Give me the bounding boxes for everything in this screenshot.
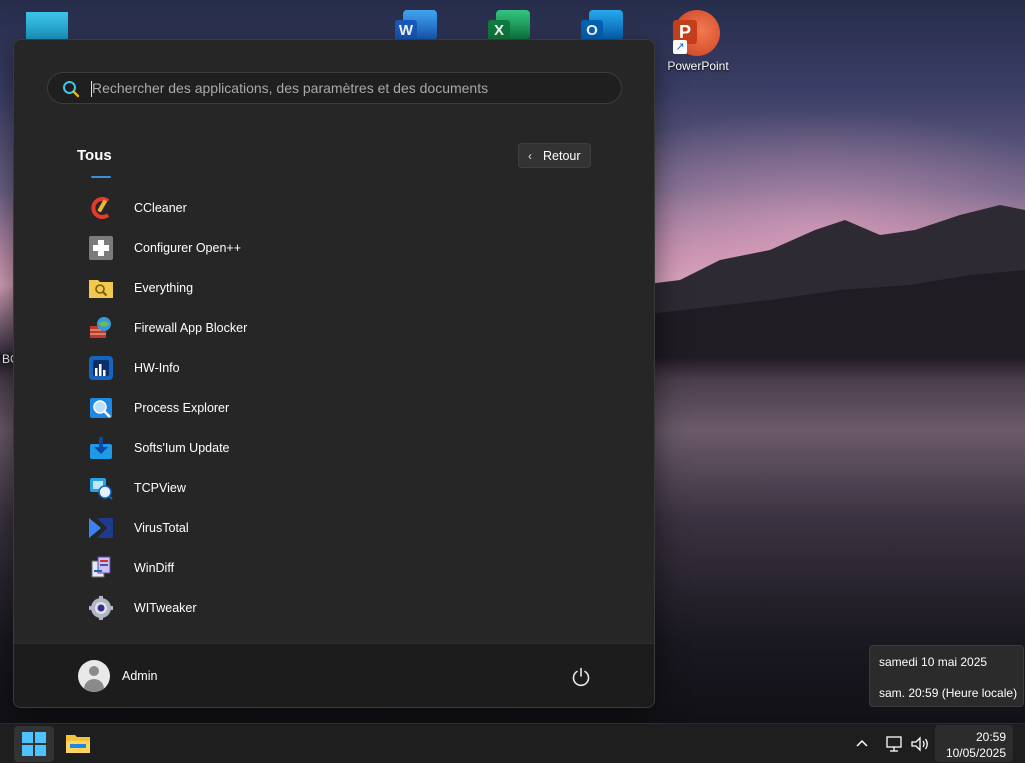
user-name[interactable]: Admin: [122, 669, 157, 683]
app-item-softsium-update[interactable]: Softs'Ium Update: [74, 430, 594, 466]
file-explorer-button[interactable]: [58, 726, 98, 762]
start-menu: Tous ‹ Retour CCleaner Configurer Open++: [13, 39, 655, 708]
back-button[interactable]: ‹ Retour: [518, 143, 591, 168]
start-menu-footer: Admin: [14, 643, 654, 707]
taskbar-date: 10/05/2025: [945, 746, 1006, 760]
witweaker-icon: [89, 596, 113, 620]
powerpoint-label: PowerPoint: [667, 59, 729, 73]
excel-desktop-icon[interactable]: X: [484, 8, 544, 42]
chevron-left-icon: ‹: [528, 148, 532, 163]
network-icon[interactable]: [885, 735, 905, 753]
virustotal-icon: [89, 518, 113, 538]
back-button-label: Retour: [543, 148, 581, 163]
taskbar-time: 20:59: [975, 730, 1006, 744]
chevron-up-icon[interactable]: [853, 735, 871, 753]
search-box[interactable]: [47, 72, 622, 104]
volume-icon[interactable]: [910, 735, 930, 753]
search-icon: [63, 81, 80, 98]
windows-logo-icon: [22, 732, 46, 756]
app-item-firewall-app-blocker[interactable]: Firewall App Blocker: [74, 310, 594, 346]
hwinfo-icon: [89, 356, 113, 380]
open-plus-plus-icon: [89, 236, 113, 260]
tcpview-icon: [90, 478, 113, 500]
avatar[interactable]: [78, 660, 110, 692]
ccleaner-icon: [91, 197, 110, 219]
taskbar: 20:59 10/05/2025: [0, 723, 1025, 763]
section-title: Tous: [77, 147, 112, 164]
start-button[interactable]: [14, 726, 54, 762]
taskbar-clock[interactable]: 20:59 10/05/2025: [935, 725, 1013, 762]
windiff-icon: [91, 556, 111, 578]
app-item-everything[interactable]: Everything: [74, 270, 594, 306]
clock-tooltip: samedi 10 mai 2025 sam. 20:59 (Heure loc…: [869, 645, 1024, 707]
folder-icon: [66, 735, 90, 753]
softsium-update-icon: [90, 437, 112, 459]
scroll-indicator: [91, 176, 111, 178]
app-item-tcpview[interactable]: TCPView: [74, 470, 594, 506]
app-item-witweaker[interactable]: WITweaker: [74, 590, 594, 626]
app-item-virustotal[interactable]: VirusTotal: [74, 510, 594, 546]
shortcut-arrow-icon: ↗: [673, 40, 687, 54]
mountain-scenery: [640, 205, 1025, 358]
process-explorer-icon: [90, 398, 112, 418]
app-item-process-explorer[interactable]: Process Explorer: [74, 390, 594, 426]
word-desktop-icon[interactable]: W: [391, 8, 451, 42]
outlook-desktop-icon[interactable]: O: [577, 8, 637, 42]
power-icon[interactable]: [570, 666, 592, 688]
app-item-open-plus-plus[interactable]: Configurer Open++: [74, 230, 594, 266]
everything-icon: [89, 280, 113, 298]
search-input[interactable]: [92, 73, 612, 103]
app-item-ccleaner[interactable]: CCleaner: [74, 190, 594, 226]
desktop-icon-partial[interactable]: [26, 12, 68, 40]
tooltip-time: sam. 20:59 (Heure locale): [879, 686, 1018, 700]
app-item-hw-info[interactable]: HW-Info: [74, 350, 594, 386]
powerpoint-desktop-icon[interactable]: P ↗ PowerPoint: [664, 8, 732, 78]
app-item-windiff[interactable]: WinDiff: [74, 550, 594, 586]
firewall-app-blocker-icon: [90, 317, 111, 338]
tooltip-date: samedi 10 mai 2025: [879, 655, 988, 669]
